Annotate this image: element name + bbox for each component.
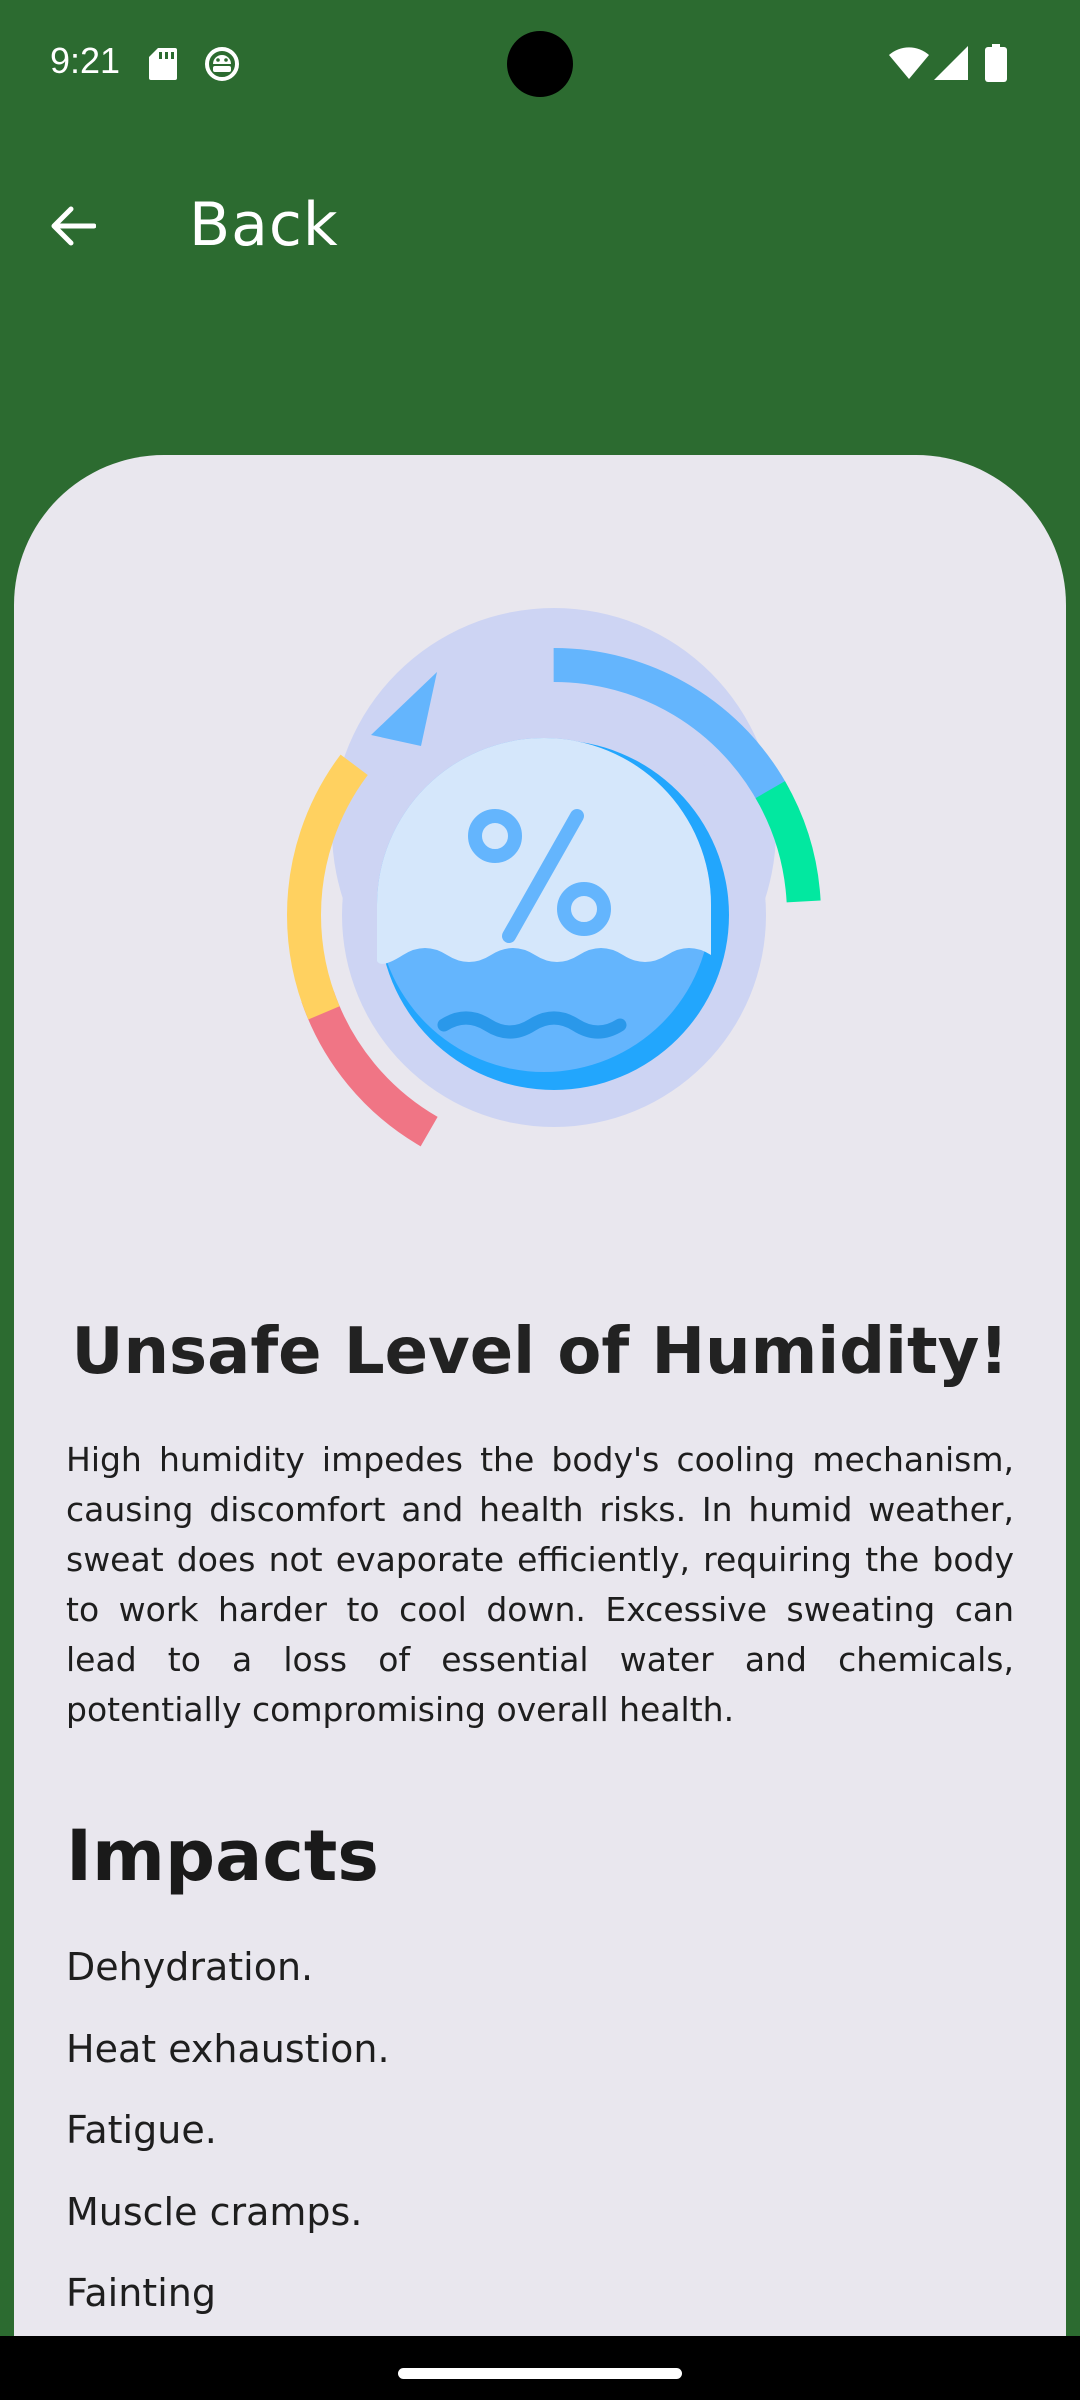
headline: Unsafe Level of Humidity! xyxy=(71,1315,1009,1389)
home-indicator[interactable] xyxy=(398,2368,682,2379)
android-robot-icon xyxy=(204,46,240,86)
arrow-left-icon xyxy=(50,206,96,250)
app-bar: Back xyxy=(0,160,1080,290)
humidity-gauge-icon xyxy=(239,595,839,1182)
status-bar: 9:21 xyxy=(0,0,1080,130)
impact-list: Dehydration. Heat exhaustion. Fatigue. M… xyxy=(66,1945,1014,2353)
cellular-signal-icon xyxy=(934,46,968,84)
content-card: Unsafe Level of Humidity! High humidity … xyxy=(14,455,1066,2400)
wifi-icon xyxy=(889,46,929,84)
impact-item: Muscle cramps. xyxy=(66,2189,363,2234)
impacts-heading: Impacts xyxy=(66,1815,379,1897)
navigation-bar xyxy=(0,2336,1080,2400)
impact-item: Fatigue. xyxy=(66,2108,217,2152)
sd-card-icon xyxy=(149,48,177,84)
impact-item: Heat exhaustion. xyxy=(66,2026,390,2071)
camera-cutout xyxy=(507,31,573,97)
battery-icon xyxy=(985,44,1007,86)
back-button[interactable] xyxy=(30,185,115,270)
status-time: 9:21 xyxy=(50,40,121,81)
impact-item: Dehydration. xyxy=(66,1945,314,1989)
description-text: High humidity impedes the body's cooling… xyxy=(66,1440,1014,1729)
back-title[interactable]: Back xyxy=(189,190,339,260)
